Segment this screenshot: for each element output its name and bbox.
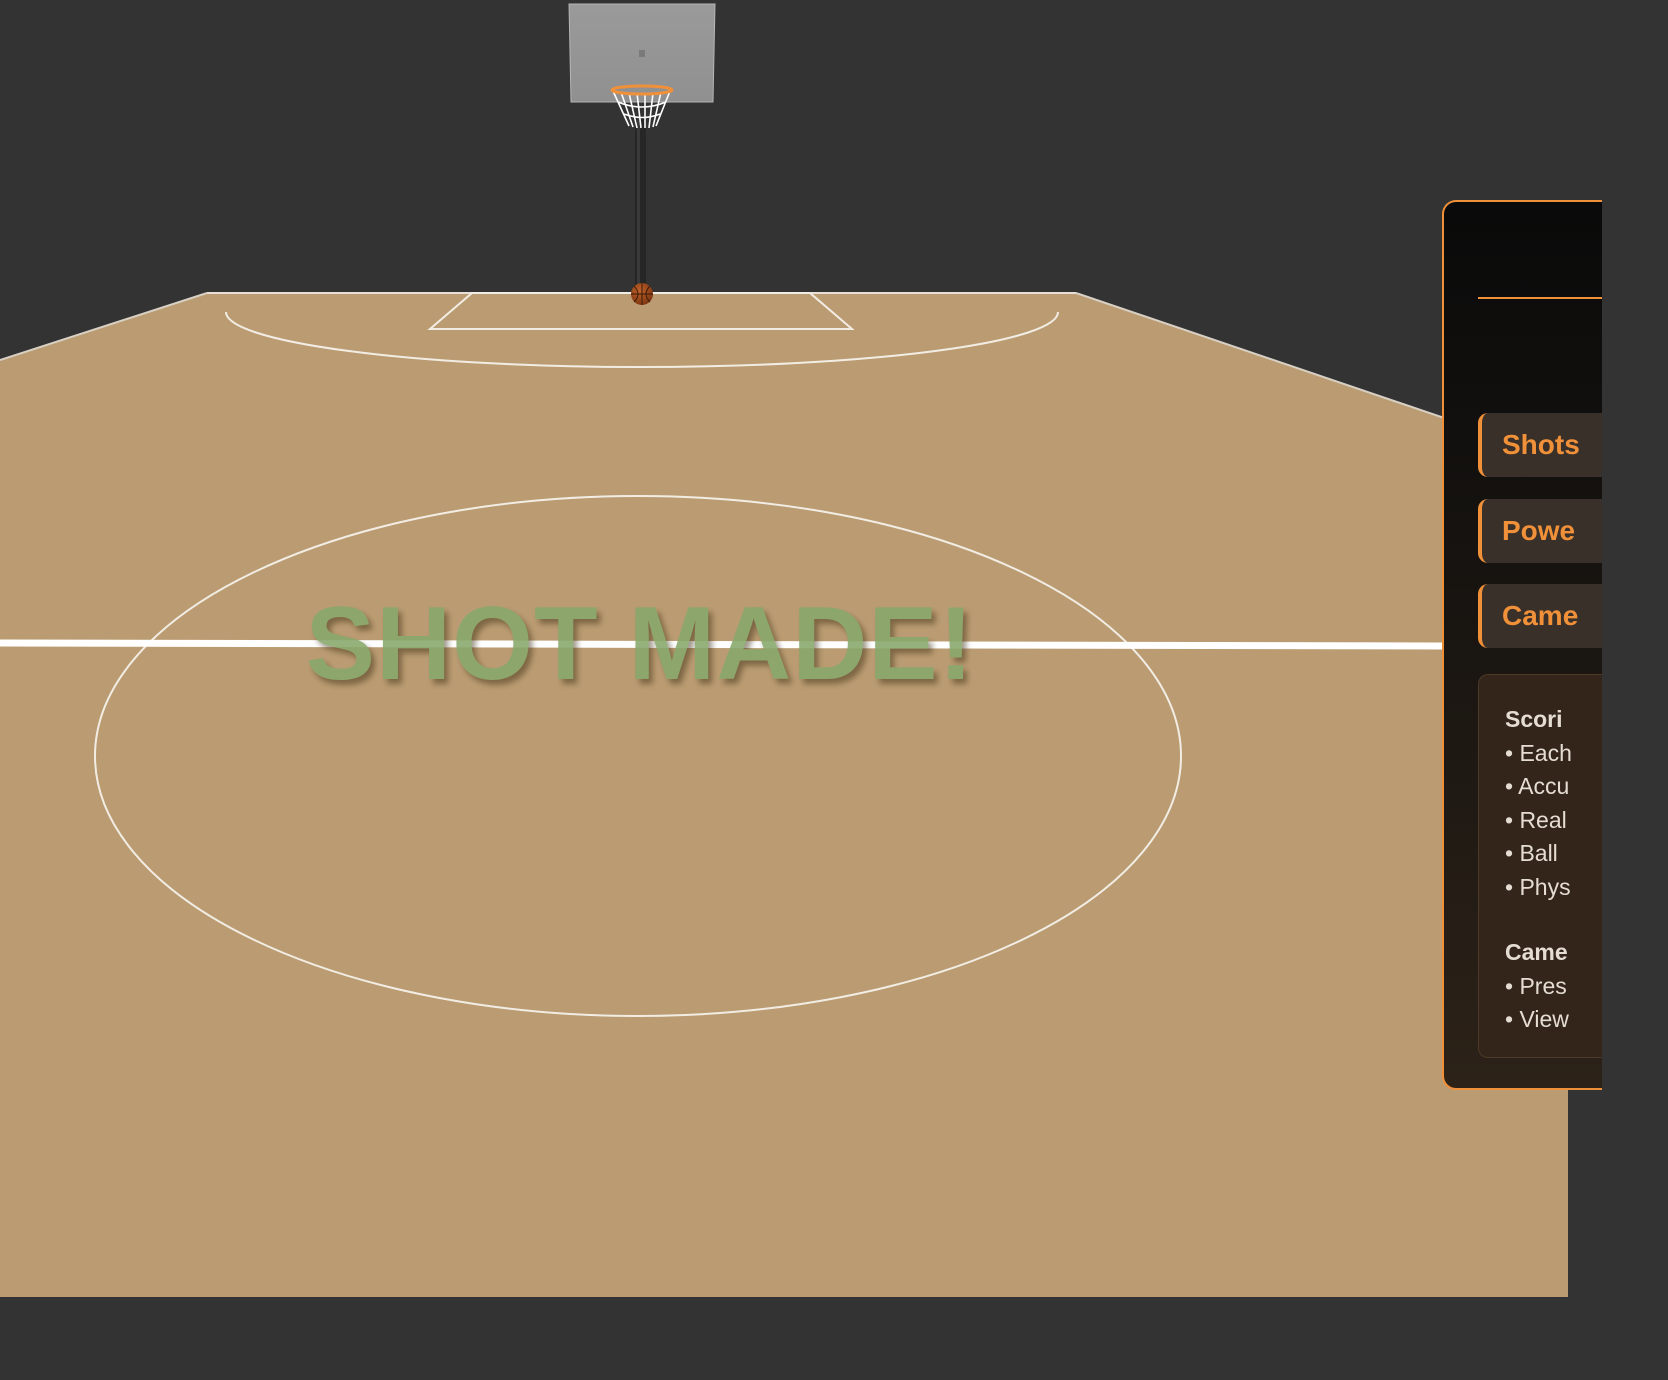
camera-item: • View (1505, 1006, 1569, 1032)
camera-heading: Came (1505, 939, 1568, 965)
scoring-item: • Real (1505, 806, 1567, 833)
scoring-item: • Phys (1505, 873, 1571, 900)
pole-icon (635, 118, 646, 294)
game-scene[interactable]: SHOT MADE! Shots Powe Came Scori • Each … (0, 0, 1602, 1297)
pole-highlight (637, 118, 640, 294)
stat-shots: Shots (1478, 413, 1602, 477)
stats-panel: Shots Powe Came Scori • Each • Accu • Re… (1442, 200, 1602, 1090)
scoring-item: • Accu (1505, 773, 1570, 799)
scoring-item: • Ball (1505, 840, 1558, 866)
stat-power-label: Powe (1502, 515, 1576, 546)
scoring-item: • Each (1505, 739, 1572, 766)
stat-camera: Came (1478, 584, 1602, 648)
panel-divider (1478, 297, 1602, 299)
shot-made-banner: SHOT MADE! (305, 586, 975, 702)
backboard-target (639, 50, 645, 57)
court-floor (0, 293, 1568, 1297)
stat-shots-label: Shots (1502, 429, 1580, 460)
instructions-box: Scori • Each • Accu • Real • Ball • Phys… (1478, 674, 1602, 1058)
camera-item: • Pres (1505, 972, 1567, 999)
scoring-heading: Scori (1505, 706, 1563, 732)
basketball-icon (631, 283, 653, 305)
stat-power: Powe (1478, 499, 1602, 563)
stat-camera-label: Came (1502, 600, 1579, 631)
